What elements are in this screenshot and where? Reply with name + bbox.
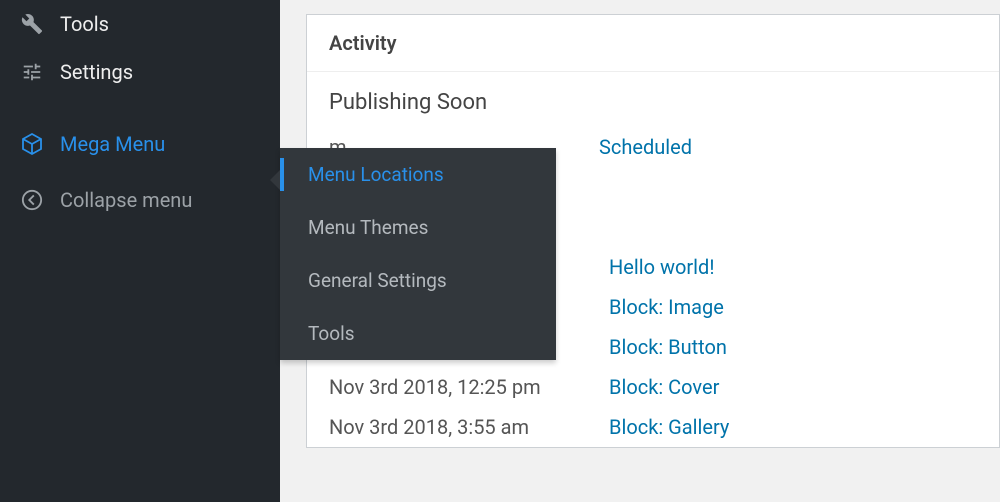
flyout-item-menu-themes[interactable]: Menu Themes xyxy=(280,201,556,254)
post-row: Nov 3rd 2018, 3:55 am Block: Gallery xyxy=(329,407,977,447)
sliders-icon xyxy=(18,58,46,86)
admin-sidebar: Tools Settings Mega Menu Collapse menu xyxy=(0,0,280,502)
flyout-item-label: Menu Themes xyxy=(308,216,428,239)
wrench-icon xyxy=(18,10,46,38)
collapse-menu[interactable]: Collapse menu xyxy=(0,174,280,226)
sidebar-item-label: Tools xyxy=(60,12,109,36)
flyout-item-tools[interactable]: Tools xyxy=(280,307,556,360)
sidebar-item-label: Settings xyxy=(60,60,133,84)
post-link[interactable]: Block: Image xyxy=(609,295,724,319)
cube-icon xyxy=(18,130,46,158)
collapse-label: Collapse menu xyxy=(60,188,192,212)
post-date: Nov 3rd 2018, 12:25 pm xyxy=(329,375,609,399)
sidebar-item-settings[interactable]: Settings xyxy=(0,48,280,96)
flyout-item-label: General Settings xyxy=(308,269,447,292)
flyout-item-label: Menu Locations xyxy=(308,163,444,186)
post-link[interactable]: Block: Cover xyxy=(609,375,719,399)
post-link[interactable]: Hello world! xyxy=(609,255,714,279)
mega-menu-flyout: Menu Locations Menu Themes General Setti… xyxy=(280,148,556,360)
flyout-item-label: Tools xyxy=(308,322,355,345)
post-row: Nov 3rd 2018, 12:25 pm Block: Cover xyxy=(329,367,977,407)
flyout-item-menu-locations[interactable]: Menu Locations xyxy=(280,148,556,201)
collapse-icon xyxy=(18,186,46,214)
activity-title: Activity xyxy=(307,15,999,72)
flyout-item-general-settings[interactable]: General Settings xyxy=(280,254,556,307)
sidebar-item-mega-menu[interactable]: Mega Menu xyxy=(0,120,280,168)
post-date: Nov 3rd 2018, 3:55 am xyxy=(329,415,609,439)
post-link[interactable]: Block: Gallery xyxy=(609,415,729,439)
sidebar-spacer xyxy=(0,96,280,120)
sidebar-item-tools[interactable]: Tools xyxy=(0,0,280,48)
publishing-soon-title: Publishing Soon xyxy=(307,72,999,129)
post-link[interactable]: Block: Button xyxy=(609,335,727,359)
scheduled-link[interactable]: Scheduled xyxy=(599,135,692,159)
sidebar-item-label: Mega Menu xyxy=(60,132,165,156)
